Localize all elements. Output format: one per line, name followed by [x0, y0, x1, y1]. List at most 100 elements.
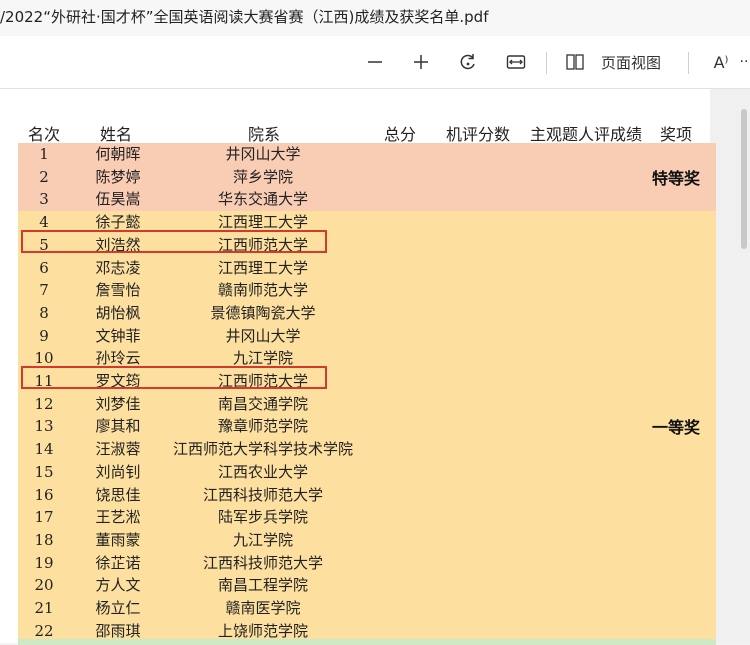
table-row: 13 廖其和 豫章师范学院	[18, 415, 716, 438]
table-row: 2 陈梦婷 萍乡学院	[18, 166, 716, 189]
table-row: 12 刘梦佳 南昌交通学院	[18, 393, 716, 416]
school-cell: 井冈山大学	[225, 326, 301, 345]
award-first-label: 一等奖	[652, 418, 701, 437]
school-cell: 华东交通大学	[217, 190, 308, 209]
table-row: 18 董雨蒙 九江学院	[18, 529, 716, 552]
name-cell: 何朝晖	[95, 145, 141, 163]
school-cell: 赣南医学院	[225, 599, 301, 617]
school-cell: 豫章师范学院	[217, 417, 308, 436]
rank-cell: 3	[39, 190, 49, 209]
rank-cell: 20	[34, 576, 54, 595]
rank-cell: 21	[34, 599, 54, 617]
rotate-button[interactable]	[455, 48, 481, 76]
school-cell: 赣南师范大学	[217, 281, 308, 300]
rank-cell: 17	[34, 508, 54, 527]
name-cell: 饶思佳	[95, 485, 141, 504]
table-row: 3 伍昊嵩 华东交通大学	[18, 188, 716, 211]
vertical-scrollbar[interactable]	[738, 89, 750, 643]
name-cell: 邓志凌	[95, 258, 141, 277]
name-cell: 伍昊嵩	[95, 190, 141, 209]
more-button[interactable]: ··	[738, 48, 750, 76]
rank-cell: 6	[39, 258, 49, 277]
header-name: 姓名	[100, 125, 133, 144]
table-row: 1 何朝晖 井冈山大学	[18, 143, 716, 166]
name-cell: 董雨蒙	[95, 530, 141, 549]
rank-cell: 13	[34, 417, 54, 436]
name-cell: 汪淑蓉	[95, 440, 141, 459]
award-special-label: 特等奖	[652, 169, 701, 188]
name-cell: 刘梦佳	[95, 394, 141, 413]
table-row: 22 邵雨琪 上饶师范学院	[18, 620, 716, 643]
table-row: 16 饶思佳 江西科技师范大学	[18, 484, 716, 507]
table-row: 7 詹雪怡 赣南师范大学	[18, 279, 716, 302]
zoom-in-button[interactable]	[408, 48, 434, 76]
fit-width-button[interactable]	[503, 48, 529, 76]
pdf-page: 名次 姓名 院系 总分 机评分数 主观题人评成绩 奖项 1 何朝晖 井冈山大学 2 陈梦…	[0, 89, 716, 645]
name-cell: 王艺淞	[95, 508, 141, 527]
school-cell: 九江学院	[232, 530, 293, 549]
school-cell: 井冈山大学	[225, 145, 301, 163]
school-cell: 江西科技师范大学	[202, 485, 323, 504]
table-row: 19 徐芷诺 江西科技师范大学	[18, 552, 716, 575]
header-subjective-score: 主观题人评成绩	[530, 125, 642, 144]
name-cell: 杨立仁	[95, 599, 141, 617]
school-cell: 南昌交通学院	[217, 394, 308, 413]
read-aloud-icon: A⁾	[713, 52, 729, 72]
school-cell: 江西农业大学	[217, 462, 308, 481]
school-cell: 南昌工程学院	[217, 576, 308, 595]
table-row: 15 刘尚钊 江西农业大学	[18, 461, 716, 484]
table-row: 6 邓志凌 江西理工大学	[18, 257, 716, 280]
table-row: 20 方人文 南昌工程学院	[18, 574, 716, 597]
header-total: 总分	[384, 125, 417, 144]
rank-cell: 12	[34, 394, 54, 413]
name-cell: 文钟菲	[95, 326, 141, 345]
table-row: 21 杨立仁 赣南医学院	[18, 597, 716, 620]
name-cell: 刘尚钊	[95, 462, 141, 481]
scrollbar-thumb[interactable]	[741, 109, 747, 249]
rank-cell: 14	[34, 440, 54, 459]
more-icon: ··	[739, 54, 749, 70]
window-title-bar: /2022“外研社·国才杯”全国英语阅读大赛省赛（江西)成绩及获奖名单.pdf	[0, 0, 750, 36]
highlight-box	[21, 230, 327, 253]
table-row: 9 文钟菲 井冈山大学	[18, 325, 716, 348]
name-cell: 陈梦婷	[95, 167, 141, 186]
rank-cell: 22	[34, 621, 54, 640]
page-view-button[interactable]: 页面视图	[565, 48, 675, 76]
rank-cell: 15	[34, 462, 54, 481]
toolbar-divider	[546, 52, 547, 74]
page-view-icon	[566, 54, 584, 70]
plus-icon	[414, 55, 428, 69]
fit-width-icon	[506, 55, 526, 69]
header-rank: 名次	[28, 125, 61, 144]
header-school: 院系	[248, 125, 281, 144]
school-cell: 景德镇陶瓷大学	[210, 303, 316, 322]
read-aloud-button[interactable]: A⁾	[708, 48, 734, 76]
document-title: /2022“外研社·国才杯”全国英语阅读大赛省赛（江西)成绩及获奖名单.pdf	[0, 8, 489, 26]
rotate-icon	[460, 54, 475, 70]
school-cell: 江西师范大学科学技术学院	[172, 440, 353, 459]
rank-cell: 1	[39, 145, 49, 163]
document-viewer[interactable]: 名次 姓名 院系 总分 机评分数 主观题人评成绩 奖项 1 何朝晖 井冈山大学 2 陈梦…	[0, 89, 750, 645]
minus-icon	[368, 61, 382, 63]
name-cell: 廖其和	[95, 417, 141, 436]
rank-cell: 7	[39, 281, 49, 300]
header-machine-score: 机评分数	[446, 125, 511, 144]
page-view-label: 页面视图	[601, 53, 662, 72]
school-cell: 萍乡学院	[232, 167, 293, 186]
rank-cell: 8	[39, 303, 49, 322]
zoom-out-button[interactable]	[362, 48, 388, 76]
name-cell: 徐芷诺	[95, 553, 141, 572]
rank-cell: 16	[34, 485, 54, 504]
rank-cell: 19	[34, 553, 54, 572]
rank-cell: 9	[39, 326, 49, 345]
school-cell: 陆军步兵学院	[217, 508, 308, 527]
pdf-toolbar: 页面视图 A⁾ ··	[0, 36, 750, 89]
name-cell: 方人文	[95, 576, 141, 595]
rank-cell: 18	[34, 530, 54, 549]
table-row: 14 汪淑蓉 江西师范大学科学技术学院	[18, 438, 716, 461]
school-cell: 江西理工大学	[217, 258, 308, 277]
highlight-box	[21, 366, 327, 389]
table-row: 8 胡怡枫 景德镇陶瓷大学	[18, 302, 716, 325]
toolbar-divider	[688, 52, 689, 74]
table-row: 17 王艺淞 陆军步兵学院	[18, 506, 716, 529]
